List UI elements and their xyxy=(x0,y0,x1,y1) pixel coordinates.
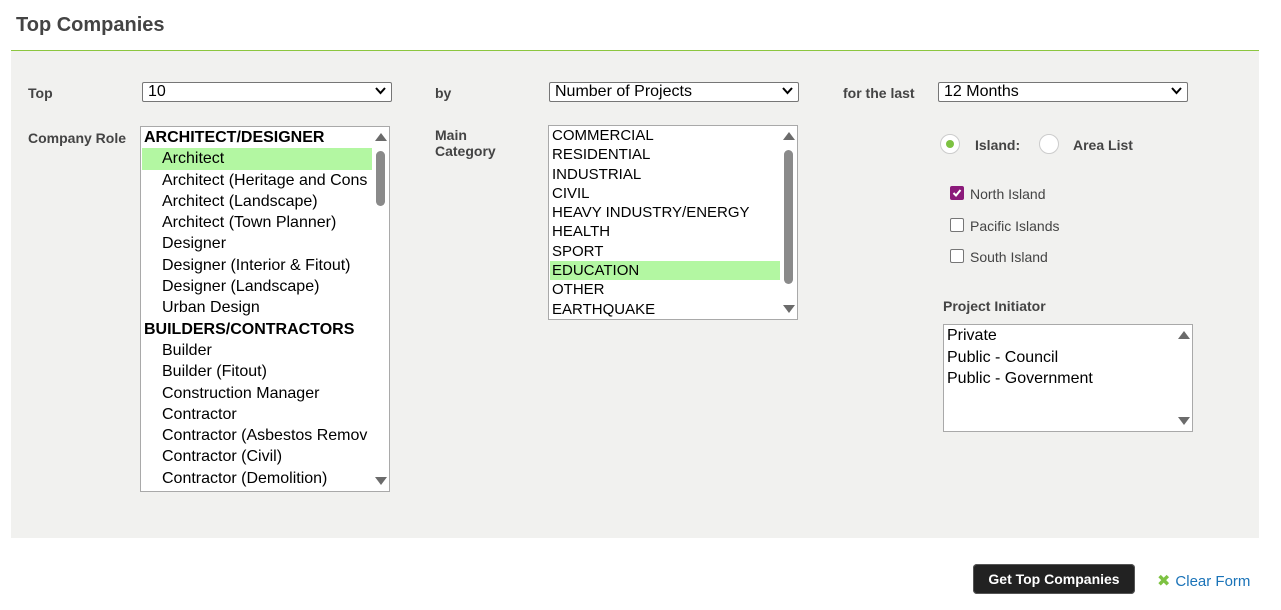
role-option[interactable]: Designer xyxy=(142,233,372,254)
main-category-listbox[interactable]: COMMERCIAL RESIDENTIAL INDUSTRIAL CIVIL HEAV… xyxy=(548,125,798,320)
main-category-label: Main Category xyxy=(435,127,496,159)
main-category-scrollbar[interactable] xyxy=(780,126,797,319)
role-option[interactable]: Construction Manager xyxy=(142,383,372,404)
scroll-down-icon[interactable] xyxy=(783,305,795,313)
role-group-header: ARCHITECT/DESIGNER xyxy=(144,129,325,146)
role-option[interactable]: Urban Design xyxy=(142,297,372,318)
clear-form-label: Clear Form xyxy=(1175,572,1251,590)
scroll-thumb[interactable] xyxy=(784,150,793,284)
period-select[interactable]: 12 Months xyxy=(938,82,1188,102)
role-option[interactable]: Architect xyxy=(142,148,372,170)
role-option[interactable]: Contractor (Civil) xyxy=(142,446,372,467)
role-option[interactable]: Builder xyxy=(142,340,372,361)
project-initiator-scrollbar[interactable] xyxy=(1175,325,1192,431)
period-select-value: 12 Months xyxy=(944,83,1019,100)
project-initiator-options: Private Public - Council Public - Governme… xyxy=(945,325,1175,390)
chevron-down-icon xyxy=(1171,87,1182,95)
clear-form-link[interactable]: ✖ Clear Form xyxy=(1157,571,1250,591)
category-option[interactable]: COMMERCIAL xyxy=(550,126,780,145)
island-radio-label: Island: xyxy=(975,137,1021,153)
scroll-up-icon[interactable] xyxy=(375,133,387,141)
role-option[interactable]: Contractor (Demolition) xyxy=(142,468,372,489)
island-checkbox-label: Pacific Islands xyxy=(970,218,1060,234)
category-option[interactable]: RESIDENTIAL xyxy=(550,145,780,164)
initiator-option[interactable]: Public - Council xyxy=(945,347,1175,369)
company-role-label: Company Role xyxy=(28,130,127,146)
get-top-companies-button[interactable]: Get Top Companies xyxy=(973,564,1135,594)
company-role-scrollbar[interactable] xyxy=(372,127,389,491)
role-option[interactable]: Contractor (Asbestos Remov xyxy=(142,425,372,446)
by-select[interactable]: Number of Projects xyxy=(549,82,799,102)
main-category-label-line1: Main xyxy=(435,127,467,143)
scroll-thumb[interactable] xyxy=(376,151,385,206)
island-checkbox[interactable] xyxy=(950,218,964,232)
checkmark-icon xyxy=(952,189,962,197)
category-option[interactable]: SPORT xyxy=(550,242,780,261)
category-option[interactable]: CIVIL xyxy=(550,184,780,203)
role-option[interactable]: Designer (Landscape) xyxy=(142,276,372,297)
scroll-down-icon[interactable] xyxy=(375,477,387,485)
project-initiator-label: Project Initiator xyxy=(943,298,1046,314)
scroll-up-icon[interactable] xyxy=(783,132,795,140)
island-radio[interactable] xyxy=(940,134,960,154)
category-option[interactable]: EDUCATION xyxy=(550,261,780,281)
scroll-up-icon[interactable] xyxy=(1178,331,1190,339)
page-title: Top Companies xyxy=(16,14,165,36)
role-option[interactable]: Architect (Town Planner) xyxy=(142,212,372,233)
role-option[interactable]: Contractor xyxy=(142,404,372,425)
main-category-label-line2: Category xyxy=(435,143,496,159)
category-option[interactable]: HEAVY INDUSTRY/ENERGY xyxy=(550,203,780,222)
close-icon: ✖ xyxy=(1157,573,1171,590)
chevron-down-icon xyxy=(375,87,386,95)
area-list-radio[interactable] xyxy=(1039,134,1059,154)
role-group-header: BUILDERS/CONTRACTORS xyxy=(144,320,355,338)
role-option[interactable]: Architect (Heritage and Cons xyxy=(142,170,372,191)
top-select-value: 10 xyxy=(148,83,166,100)
initiator-option[interactable]: Private xyxy=(945,325,1175,347)
role-option[interactable]: Designer (Interior & Fitout) xyxy=(142,255,372,276)
project-initiator-listbox[interactable]: Private Public - Council Public - Governme… xyxy=(943,324,1193,432)
initiator-option[interactable]: Public - Government xyxy=(945,368,1175,390)
scroll-down-icon[interactable] xyxy=(1178,417,1190,425)
period-label: for the last xyxy=(843,85,915,101)
island-checkbox[interactable] xyxy=(950,186,964,200)
by-select-value: Number of Projects xyxy=(555,83,692,100)
by-label: by xyxy=(435,85,452,101)
category-option[interactable]: OTHER xyxy=(550,280,780,299)
company-role-listbox[interactable]: ARCHITECT/DESIGNER Architect Architect (He… xyxy=(140,126,390,492)
island-checkbox-label: South Island xyxy=(970,249,1048,265)
top-select[interactable]: 10 xyxy=(142,82,392,102)
chevron-down-icon xyxy=(782,87,793,95)
category-option[interactable]: EARTHQUAKE xyxy=(550,300,780,319)
role-option[interactable]: Builder (Fitout) xyxy=(142,361,372,382)
main-category-options: COMMERCIAL RESIDENTIAL INDUSTRIAL CIVIL HEAV… xyxy=(550,126,780,319)
area-list-radio-label: Area List xyxy=(1073,137,1133,153)
category-option[interactable]: HEALTH xyxy=(550,222,780,241)
company-role-options: ARCHITECT/DESIGNER Architect Architect (He… xyxy=(142,127,372,489)
island-checkbox-label: North Island xyxy=(970,186,1046,202)
category-option[interactable]: INDUSTRIAL xyxy=(550,165,780,184)
top-label: Top xyxy=(28,85,53,101)
role-option[interactable]: Architect (Landscape) xyxy=(142,191,372,212)
island-checkbox[interactable] xyxy=(950,249,964,263)
